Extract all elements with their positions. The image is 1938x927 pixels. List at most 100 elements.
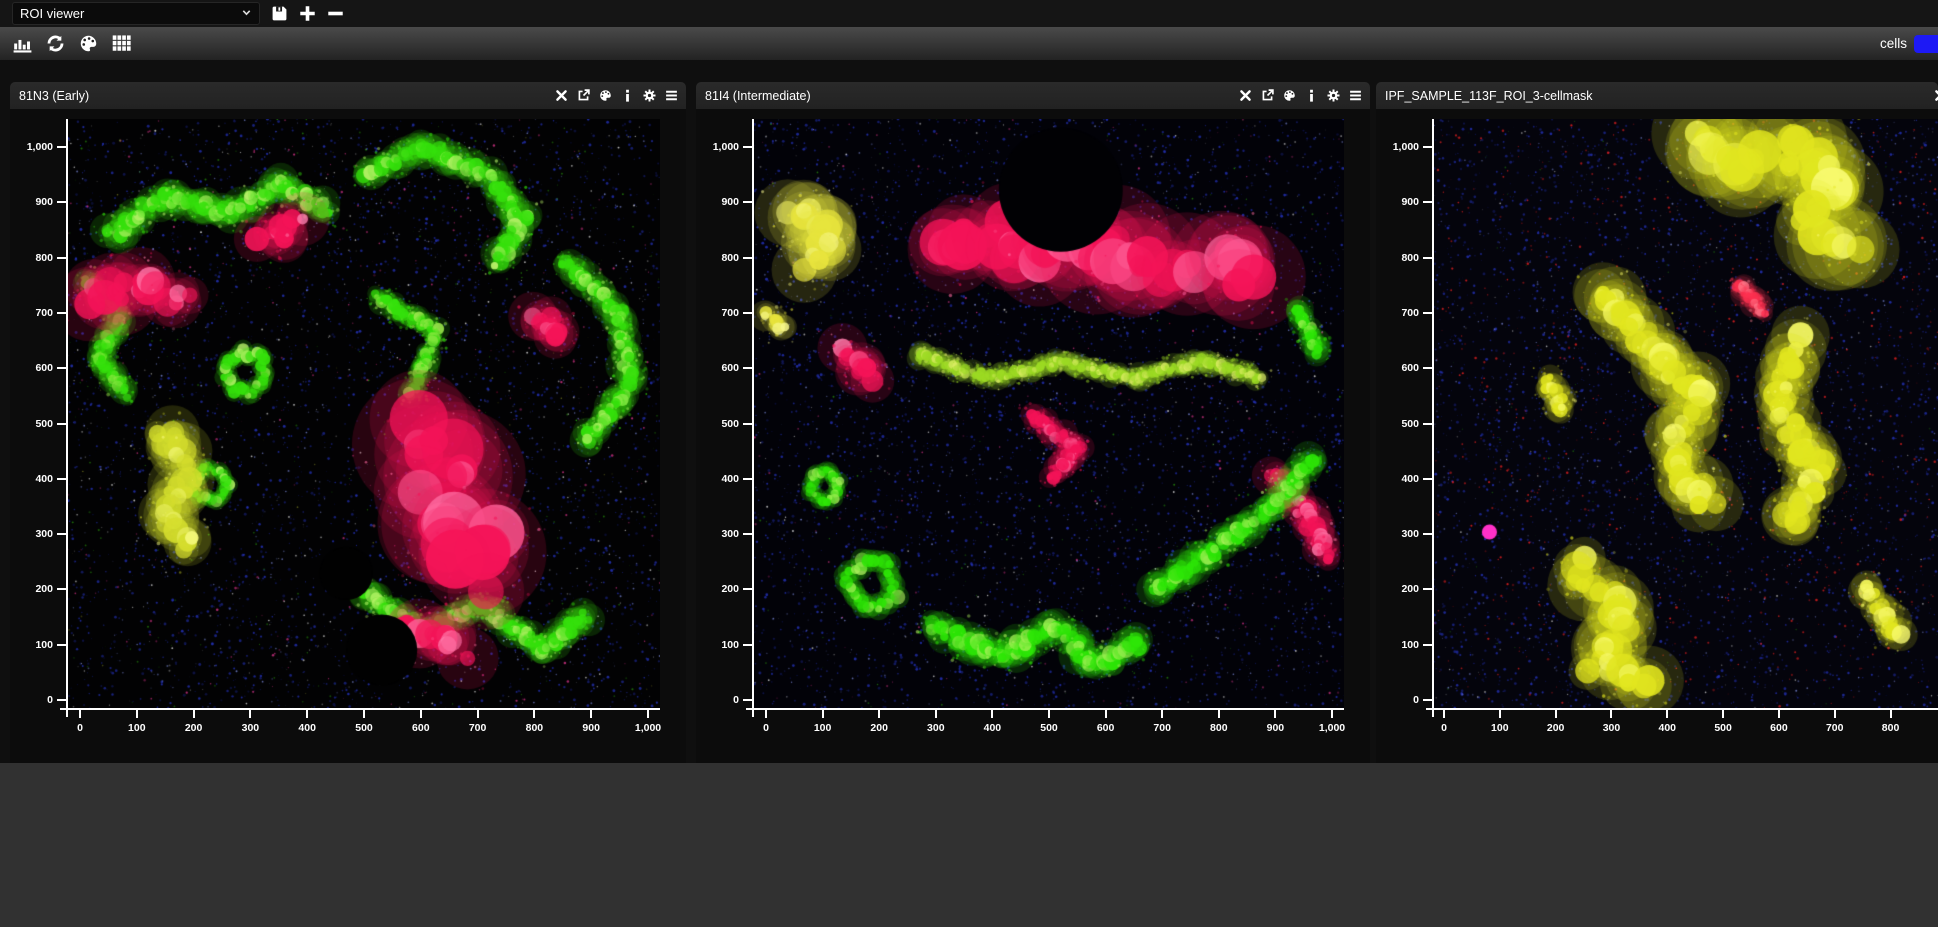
y-tick-label: 600 xyxy=(1376,362,1419,374)
x-tick xyxy=(647,710,649,718)
palette-icon[interactable] xyxy=(599,89,612,102)
panel-header[interactable]: IPF_SAMPLE_113F_ROI_3-cellmask xyxy=(1376,82,1938,109)
menu-icon[interactable] xyxy=(665,89,678,102)
y-tick xyxy=(1423,699,1432,701)
open-external-icon[interactable] xyxy=(1261,89,1274,102)
x-axis-line xyxy=(60,708,660,710)
x-tick xyxy=(1443,710,1445,718)
grid-icon xyxy=(112,34,131,53)
y-tick xyxy=(57,367,66,369)
x-tick-label: 100 xyxy=(114,722,160,734)
x-tick-label: 100 xyxy=(1477,722,1523,734)
settings-icon[interactable] xyxy=(1327,89,1340,102)
x-tick xyxy=(79,710,81,718)
x-tick-label: 500 xyxy=(1700,722,1746,734)
x-tick xyxy=(1778,710,1780,718)
close-icon[interactable] xyxy=(1239,89,1252,102)
roi-plot: 1,00090080070060050040030020010000100200… xyxy=(10,109,686,763)
x-tick xyxy=(363,710,365,718)
panel-header[interactable]: 81N3 (Early) xyxy=(10,82,686,109)
palette-icon[interactable] xyxy=(1283,89,1296,102)
plus-icon xyxy=(299,5,316,22)
remove-panel-button[interactable] xyxy=(327,5,344,22)
y-tick-label: 800 xyxy=(1376,252,1419,264)
panel-header[interactable]: 81I4 (Intermediate) xyxy=(696,82,1370,109)
grid-button[interactable] xyxy=(111,34,131,54)
viewer-mode-select[interactable]: ROI viewer xyxy=(12,2,260,25)
x-axis-line xyxy=(1426,708,1938,710)
y-tick xyxy=(1423,588,1432,590)
x-tick xyxy=(765,710,767,718)
info-icon[interactable] xyxy=(621,89,634,102)
x-tick xyxy=(878,710,880,718)
chevron-down-icon xyxy=(241,6,252,21)
x-tick-label: 300 xyxy=(1588,722,1634,734)
y-tick xyxy=(1423,312,1432,314)
save-layout-button[interactable] xyxy=(271,5,288,22)
x-tick-label: 800 xyxy=(1868,722,1914,734)
y-axis-line xyxy=(66,119,68,717)
y-axis-line xyxy=(752,119,754,717)
barchart-button[interactable] xyxy=(12,34,32,54)
panel-controls xyxy=(1239,89,1362,102)
refresh-button[interactable] xyxy=(45,34,65,54)
x-tick xyxy=(822,710,824,718)
add-panel-button[interactable] xyxy=(299,5,316,22)
x-tick-label: 200 xyxy=(171,722,217,734)
y-tick xyxy=(1423,478,1432,480)
close-icon[interactable] xyxy=(1934,89,1938,102)
y-tick-label: 500 xyxy=(696,418,739,430)
info-icon[interactable] xyxy=(1305,89,1318,102)
roi-panel: IPF_SAMPLE_113F_ROI_3-cellmask 1,0009008… xyxy=(1376,82,1938,763)
y-tick-label: 400 xyxy=(10,473,53,485)
y-tick-label: 100 xyxy=(10,639,53,651)
x-tick-label: 800 xyxy=(511,722,557,734)
y-tick xyxy=(1423,257,1432,259)
y-tick xyxy=(57,699,66,701)
microscopy-image[interactable] xyxy=(68,119,660,709)
y-tick-label: 300 xyxy=(10,528,53,540)
x-tick-label: 500 xyxy=(1026,722,1072,734)
x-tick-label: 1,000 xyxy=(1309,722,1355,734)
y-tick-label: 0 xyxy=(696,694,739,706)
x-tick xyxy=(420,710,422,718)
microscopy-image[interactable] xyxy=(754,119,1344,709)
x-tick-label: 200 xyxy=(1533,722,1579,734)
y-tick xyxy=(743,478,752,480)
palette-button[interactable] xyxy=(78,34,98,54)
x-tick-label: 700 xyxy=(455,722,501,734)
panel-title: IPF_SAMPLE_113F_ROI_3-cellmask xyxy=(1385,89,1593,103)
x-tick-label: 300 xyxy=(227,722,273,734)
y-tick-label: 200 xyxy=(1376,583,1419,595)
y-tick xyxy=(743,423,752,425)
x-tick xyxy=(1048,710,1050,718)
x-tick xyxy=(1218,710,1220,718)
y-tick xyxy=(743,367,752,369)
x-tick-label: 600 xyxy=(1083,722,1129,734)
close-icon[interactable] xyxy=(555,89,568,102)
microscopy-image[interactable] xyxy=(1434,119,1938,709)
y-tick-label: 1,000 xyxy=(10,141,53,153)
x-tick xyxy=(935,710,937,718)
y-tick-label: 600 xyxy=(696,362,739,374)
cells-color-swatch[interactable] xyxy=(1914,35,1938,53)
open-external-icon[interactable] xyxy=(577,89,590,102)
settings-icon[interactable] xyxy=(643,89,656,102)
x-tick-label: 200 xyxy=(856,722,902,734)
x-tick-label: 600 xyxy=(398,722,444,734)
menu-icon[interactable] xyxy=(1349,89,1362,102)
x-tick xyxy=(1499,710,1501,718)
x-tick xyxy=(1274,710,1276,718)
y-tick xyxy=(57,146,66,148)
x-tick-label: 700 xyxy=(1139,722,1185,734)
y-tick-label: 900 xyxy=(696,196,739,208)
y-tick xyxy=(57,533,66,535)
panel-controls xyxy=(555,89,678,102)
y-tick xyxy=(743,146,752,148)
y-tick xyxy=(1423,367,1432,369)
x-tick xyxy=(1105,710,1107,718)
x-tick xyxy=(1610,710,1612,718)
x-tick xyxy=(136,710,138,718)
panel-title: 81N3 (Early) xyxy=(19,89,89,103)
roi-panels-row: 81N3 (Early) 1,000 900 800 700 600 500 400 300 2… xyxy=(10,82,1938,763)
